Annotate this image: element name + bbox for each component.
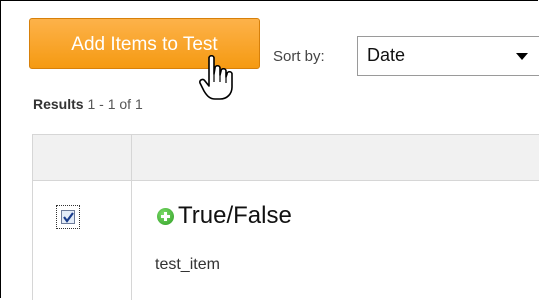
item-select-checkbox[interactable] bbox=[56, 205, 80, 229]
item-type-label[interactable]: True/False bbox=[178, 202, 292, 230]
results-count: Results 1 - 1 of 1 bbox=[33, 96, 143, 112]
checkbox-checked-icon bbox=[61, 210, 75, 224]
dropdown-arrow-icon bbox=[516, 53, 528, 60]
sort-by-select[interactable]: Date bbox=[357, 36, 539, 76]
sort-by-label: Sort by: bbox=[273, 48, 325, 65]
hand-pointer-icon bbox=[199, 54, 233, 100]
table-header bbox=[33, 135, 539, 181]
plus-circle-icon[interactable] bbox=[157, 208, 174, 225]
column-divider bbox=[131, 135, 132, 300]
results-prefix: Results bbox=[33, 96, 84, 112]
sort-by-value: Date bbox=[367, 45, 406, 65]
results-table: True/False test_item bbox=[32, 134, 539, 300]
item-name: test_item bbox=[155, 256, 220, 273]
results-range: 1 - 1 of 1 bbox=[87, 96, 143, 112]
